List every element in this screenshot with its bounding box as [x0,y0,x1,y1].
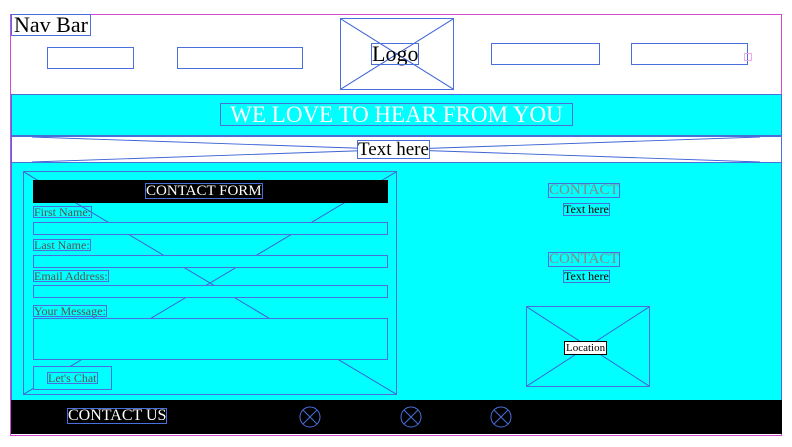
subheader: Text here [11,136,782,163]
contact-text-2: Text here [563,269,610,283]
contact-title-2: CONTACT [548,251,620,267]
location-label: Location [564,341,608,355]
contact-form: CONTACT FORM First Name: Last Name: Emai… [23,171,397,395]
contact-text-1: Text here [563,202,610,216]
message-label: Your Message: [33,304,107,318]
last-name-field[interactable] [33,255,388,268]
nav-link-2[interactable] [177,47,303,69]
location-map[interactable]: Location [526,306,650,387]
banner-heading: WE LOVE TO HEAR FROM YOU [220,103,573,126]
social-icon-1[interactable] [299,406,321,428]
banner: WE LOVE TO HEAR FROM YOU [11,94,782,136]
logo-label: Logo [371,41,420,66]
message-field[interactable] [33,318,388,360]
nav-handle [744,53,752,61]
nav-bar-label: Nav Bar [11,14,91,36]
first-name-field[interactable] [33,222,388,235]
chat-button-label: Let's Chat [47,371,98,385]
form-title: CONTACT FORM [145,183,263,199]
nav-link-3[interactable] [491,43,600,65]
email-field[interactable] [33,285,388,298]
chat-button[interactable]: Let's Chat [33,366,112,390]
nav-link-4[interactable] [631,43,748,65]
email-label: Email Address: [33,269,109,283]
social-icon-2[interactable] [400,406,422,428]
logo[interactable]: Logo [340,18,454,90]
footer: CONTACT US [11,400,782,434]
nav-link-1[interactable] [47,47,134,69]
social-icon-3[interactable] [490,406,512,428]
last-name-label: Last Name: [33,238,91,252]
contact-title-1: CONTACT [548,182,620,198]
first-name-label: First Name: [33,205,92,219]
footer-label: CONTACT US [67,407,168,424]
subheader-text: Text here [357,139,430,160]
nav-bar: Nav Bar Logo [10,14,782,94]
